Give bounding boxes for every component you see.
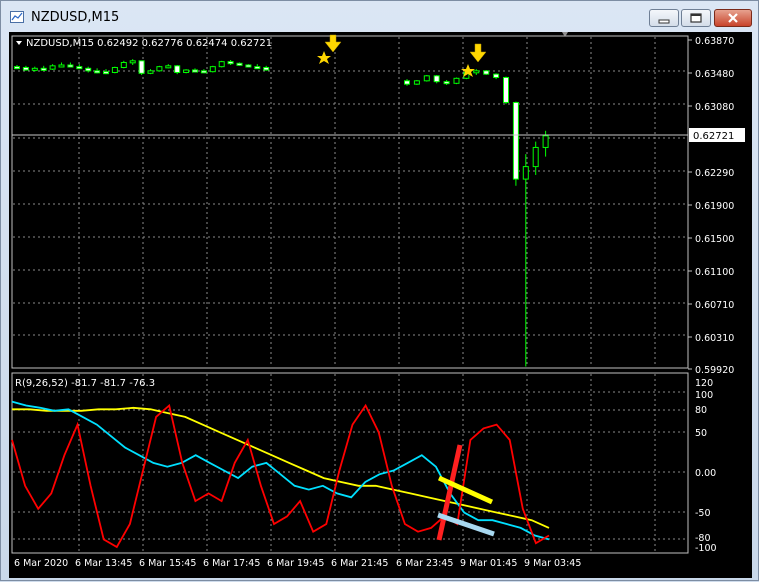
candle-body (542, 135, 549, 148)
indicator-line-slow (12, 406, 550, 529)
close-icon (728, 13, 738, 23)
candle-body (58, 64, 65, 68)
price-axis-label: 0.63870 (695, 36, 734, 47)
restore-button[interactable] (681, 9, 711, 27)
candle-body (76, 66, 83, 70)
candle-body (49, 65, 56, 70)
candle-body (263, 66, 270, 71)
indicator-axis-label: 80 (695, 405, 707, 416)
candle-body (111, 66, 118, 73)
chart-area[interactable]: NZDUSD,M15 0.62492 0.62776 0.62474 0.627… (9, 32, 752, 578)
time-axis-label: 6 Mar 15:45 (139, 558, 196, 569)
candle-body (413, 80, 420, 85)
candle-body (473, 70, 480, 74)
candle-body (200, 70, 207, 74)
time-axis-label: 6 Mar 23:45 (396, 558, 453, 569)
price-axis: 0.63870 0.63480 0.63080 0.62290 0.61900 0.615… (688, 36, 734, 376)
time-axis-label: 6 Mar 17:45 (203, 558, 260, 569)
indicator-axis: 12010080500.00-50-80-100 (695, 378, 717, 554)
candle-body (227, 61, 234, 65)
time-axis-label: 9 Mar 03:45 (524, 558, 581, 569)
indicator-axis-label: -50 (695, 508, 711, 519)
indicator-pane-frame (11, 372, 689, 554)
candle-body (94, 70, 101, 74)
close-button[interactable] (714, 9, 752, 27)
window-title: NZDUSD,M15 (31, 10, 120, 25)
signal-star-icon (317, 51, 331, 64)
candle-body (483, 70, 490, 75)
candle-body (423, 75, 430, 82)
candle-body (218, 61, 225, 68)
candle-body (512, 101, 519, 180)
candle-body (183, 69, 190, 73)
indicator-axis-label: 120 (695, 378, 713, 389)
time-axis-label: 6 Mar 19:45 (267, 558, 324, 569)
time-axis-label: 6 Mar 21:45 (331, 558, 388, 569)
indicator-axis-label: 0.00 (695, 468, 716, 479)
price-axis-label: 0.60710 (695, 300, 734, 311)
candle-body (503, 76, 509, 103)
symbol-header: NZDUSD,M15 0.62492 0.62776 0.62474 0.627… (26, 38, 272, 49)
time-axis: 6 Mar 2020 6 Mar 13:45 6 Mar 15:45 6 Mar 17… (14, 558, 581, 569)
signal-arrow-icon (324, 34, 342, 53)
candle-body (522, 166, 529, 180)
candle-body (209, 66, 216, 73)
candle-body (129, 60, 136, 64)
indicator-line-medium (11, 400, 550, 541)
price-axis-label: 0.63480 (695, 69, 734, 80)
candle-body (138, 60, 145, 74)
candle-body (67, 64, 74, 68)
price-candles (14, 59, 549, 367)
candle-body (245, 64, 252, 68)
time-axis-label: 6 Mar 13:45 (75, 558, 132, 569)
candle-body (192, 69, 198, 73)
candle-body (40, 67, 47, 71)
price-axis-label: 0.59920 (695, 365, 734, 376)
candle-body (14, 66, 20, 70)
candle-body (156, 66, 163, 72)
indicator-axis-label: 100 (695, 390, 713, 401)
candle-body (103, 71, 109, 75)
candle-body (120, 61, 127, 68)
candle-body (22, 66, 29, 71)
price-axis-label: 0.62290 (695, 168, 734, 179)
current-price-label: 0.62721 (693, 131, 734, 142)
price-pane-frame (11, 35, 689, 369)
candle-body (236, 62, 243, 66)
indicator-axis-label: -100 (695, 543, 717, 554)
indicator-axis-label: 50 (695, 428, 707, 439)
trendline-red[interactable] (436, 444, 463, 541)
time-axis-label: 6 Mar 2020 (14, 558, 68, 569)
candle-body (493, 73, 500, 78)
signal-arrow-icon (469, 43, 487, 63)
candle-body (453, 77, 460, 84)
minimize-button[interactable] (649, 9, 679, 27)
candle-body (31, 67, 38, 71)
chart-grid (13, 37, 687, 552)
price-axis-label: 0.60310 (695, 333, 734, 344)
candle-body (85, 67, 92, 72)
trendline-lightblue[interactable] (437, 512, 495, 537)
candle-body (433, 75, 440, 83)
price-axis-label: 0.63080 (695, 102, 734, 113)
candle-body (443, 81, 450, 85)
time-axis-label: 9 Mar 01:45 (460, 558, 517, 569)
price-axis-label: 0.61500 (695, 234, 734, 245)
chart-canvas[interactable]: NZDUSD,M15 0.62492 0.62776 0.62474 0.627… (9, 32, 752, 578)
price-axis-label: 0.61900 (695, 201, 734, 212)
candle-body (404, 80, 410, 85)
restore-icon (690, 13, 702, 23)
symbol-dropdown-icon[interactable] (16, 41, 22, 45)
candle-body (532, 146, 539, 168)
candle-body (174, 65, 181, 73)
indicator-header: R(9,26,52) -81.7 -81.7 -76.3 (15, 378, 155, 389)
price-axis-label: 0.61100 (695, 267, 734, 278)
chart-window-icon (10, 11, 24, 23)
candle-body (165, 65, 172, 69)
mt4-chart-window: NZDUSD,M15 NZDUSD,M15 0.62492 0.62776 0.… (0, 0, 759, 581)
minimize-icon (658, 19, 670, 24)
candle-body (147, 70, 154, 74)
candle-body (254, 66, 261, 70)
title-bar[interactable]: NZDUSD,M15 (1, 1, 758, 31)
